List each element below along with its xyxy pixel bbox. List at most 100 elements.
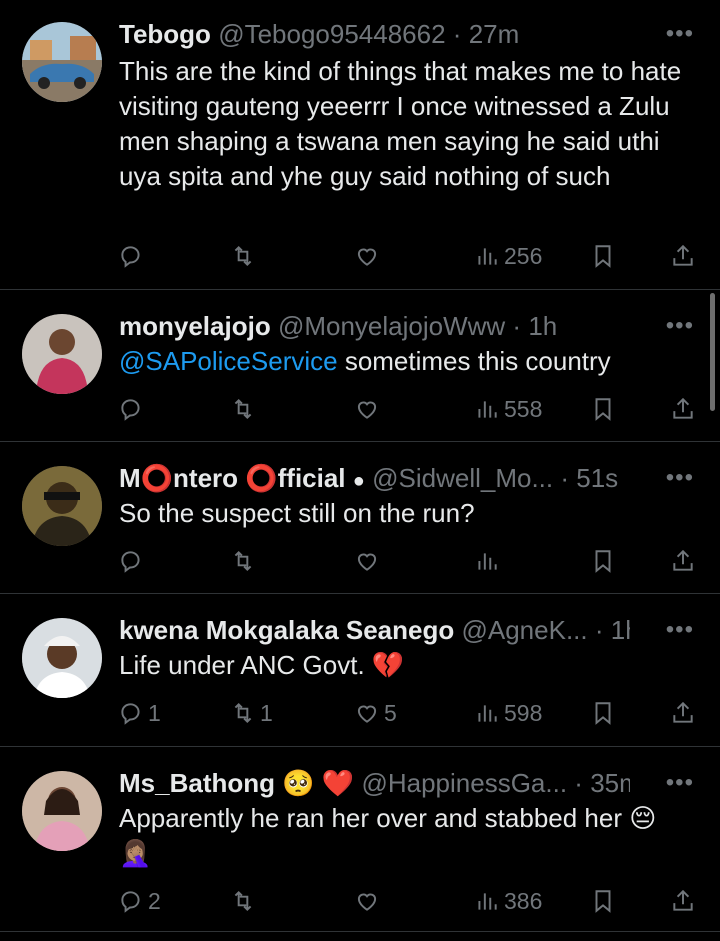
retweet-count: 1 bbox=[260, 699, 273, 726]
retweet-icon bbox=[234, 890, 252, 912]
timestamp[interactable]: 51s bbox=[576, 463, 618, 493]
timestamp[interactable]: 1h bbox=[611, 615, 630, 645]
like-button[interactable] bbox=[354, 394, 384, 424]
share-button[interactable] bbox=[670, 886, 696, 916]
views-icon bbox=[478, 248, 497, 265]
bookmark-icon bbox=[595, 550, 611, 573]
avatar[interactable] bbox=[22, 314, 102, 394]
views-button[interactable] bbox=[474, 546, 504, 576]
separator-dot: · bbox=[452, 19, 462, 49]
share-button[interactable] bbox=[670, 698, 696, 728]
views-button[interactable]: 386 bbox=[474, 886, 542, 916]
retweet-icon bbox=[234, 245, 252, 267]
tweet-text: So the suspect still on the run? bbox=[119, 498, 475, 528]
more-icon[interactable]: ••• bbox=[666, 616, 694, 644]
tweet[interactable]: monyelajojo @MonyelajojoWww · 1h ••• @SA… bbox=[0, 290, 720, 442]
bookmark-icon bbox=[595, 890, 611, 913]
share-icon bbox=[673, 549, 693, 571]
tweet-text-line: 🤦🏽‍♀️ bbox=[119, 838, 152, 868]
timestamp[interactable]: 27m bbox=[469, 19, 520, 49]
timestamp[interactable]: 1h bbox=[528, 311, 557, 341]
bookmark-button[interactable] bbox=[590, 241, 616, 271]
bookmark-button[interactable] bbox=[590, 546, 616, 576]
avatar[interactable] bbox=[22, 618, 102, 698]
tweet-header: Ms_Bathong 🥺 ❤️ @HappinessGa... · 35m bbox=[119, 767, 630, 799]
retweet-button[interactable]: 1 bbox=[230, 698, 273, 728]
avatar[interactable] bbox=[22, 771, 102, 851]
retweet-button[interactable] bbox=[230, 886, 260, 916]
avatar[interactable] bbox=[22, 466, 102, 546]
user-handle[interactable]: @MonyelajojoWww bbox=[278, 311, 505, 341]
reply-button[interactable] bbox=[118, 241, 148, 271]
user-handle[interactable]: @Tebogo95448662 bbox=[218, 19, 445, 49]
reply-icon bbox=[121, 246, 140, 268]
display-name[interactable]: kwena Mokgalaka Seanego bbox=[119, 615, 454, 645]
views-button[interactable]: 558 bbox=[474, 394, 542, 424]
tweet[interactable]: M⭕ntero ⭕fficial ● @Sidwell_Mo... · 51s … bbox=[0, 442, 720, 594]
reply-button[interactable]: 2 bbox=[118, 886, 161, 916]
timestamp[interactable]: 35m bbox=[590, 768, 630, 798]
tweet[interactable]: Tebogo @Tebogo95448662 · 27m ••• This ar… bbox=[0, 0, 720, 290]
bookmark-button[interactable] bbox=[590, 698, 616, 728]
retweet-icon bbox=[234, 550, 252, 572]
like-button[interactable] bbox=[354, 546, 384, 576]
views-icon bbox=[478, 553, 497, 570]
share-icon bbox=[673, 889, 693, 911]
user-handle[interactable]: @Sidwell_Mo... bbox=[372, 463, 553, 493]
like-button[interactable] bbox=[354, 241, 384, 271]
retweet-icon bbox=[234, 702, 252, 724]
like-button[interactable]: 5 bbox=[354, 698, 397, 728]
retweet-button[interactable] bbox=[230, 394, 260, 424]
views-count: 598 bbox=[504, 699, 543, 726]
retweet-button[interactable] bbox=[230, 546, 260, 576]
share-button[interactable] bbox=[670, 394, 696, 424]
like-button[interactable] bbox=[354, 886, 384, 916]
mention-link[interactable]: @SAPoliceService bbox=[119, 346, 338, 376]
display-name[interactable]: Ms_Bathong bbox=[119, 768, 275, 798]
user-handle[interactable]: @HappinessGa... bbox=[361, 768, 567, 798]
tweet-actions: 256 bbox=[0, 241, 720, 271]
tweet[interactable]: kwena Mokgalaka Seanego @AgneK... · 1h •… bbox=[0, 594, 720, 747]
separator-dot: · bbox=[512, 311, 522, 341]
bookmark-button[interactable] bbox=[590, 394, 616, 424]
reply-icon bbox=[121, 703, 140, 725]
reply-count: 1 bbox=[148, 699, 161, 726]
views-icon bbox=[478, 893, 497, 910]
heart-icon bbox=[357, 893, 377, 911]
share-icon bbox=[673, 701, 693, 723]
reply-button[interactable]: 1 bbox=[118, 698, 161, 728]
tweet-text-body: sometimes this country bbox=[337, 346, 611, 376]
user-handle[interactable]: @AgneK... bbox=[461, 615, 587, 645]
views-button[interactable]: 598 bbox=[474, 698, 542, 728]
more-icon[interactable]: ••• bbox=[666, 20, 694, 48]
tweet-header: Tebogo @Tebogo95448662 · 27m bbox=[119, 18, 630, 50]
name-emoji: 🥺 ❤️ bbox=[282, 768, 355, 798]
like-count: 5 bbox=[384, 699, 397, 726]
heart-icon bbox=[357, 705, 377, 723]
display-name[interactable]: Tebogo bbox=[119, 19, 211, 49]
tweet-header: M⭕ntero ⭕fficial ● @Sidwell_Mo... · 51s bbox=[119, 462, 630, 497]
bookmark-button[interactable] bbox=[590, 886, 616, 916]
scrollbar[interactable] bbox=[710, 293, 715, 411]
share-icon bbox=[673, 397, 693, 419]
reply-button[interactable] bbox=[118, 546, 148, 576]
retweet-button[interactable] bbox=[230, 241, 260, 271]
share-button[interactable] bbox=[670, 546, 696, 576]
views-button[interactable]: 256 bbox=[474, 241, 542, 271]
tweet-actions: 2 386 bbox=[0, 886, 720, 916]
tweet-text: @SAPoliceService sometimes this country bbox=[119, 344, 696, 379]
more-icon[interactable]: ••• bbox=[666, 769, 694, 797]
display-name[interactable]: monyelajojo bbox=[119, 311, 271, 341]
heart-icon bbox=[357, 248, 377, 266]
more-icon[interactable]: ••• bbox=[666, 312, 694, 340]
display-name[interactable]: M⭕ntero ⭕fficial bbox=[119, 463, 346, 493]
tweet[interactable]: Ms_Bathong 🥺 ❤️ @HappinessGa... · 35m ••… bbox=[0, 747, 720, 932]
tweet-text: Apparently he ran her over and stabbed h… bbox=[119, 801, 696, 871]
separator-dot: · bbox=[594, 615, 604, 645]
share-button[interactable] bbox=[670, 241, 696, 271]
avatar[interactable] bbox=[22, 22, 102, 102]
reply-button[interactable] bbox=[118, 394, 148, 424]
more-icon[interactable]: ••• bbox=[666, 464, 694, 492]
bookmark-icon bbox=[595, 398, 611, 421]
tweet-text: This are the kind of things that makes m… bbox=[119, 56, 682, 191]
